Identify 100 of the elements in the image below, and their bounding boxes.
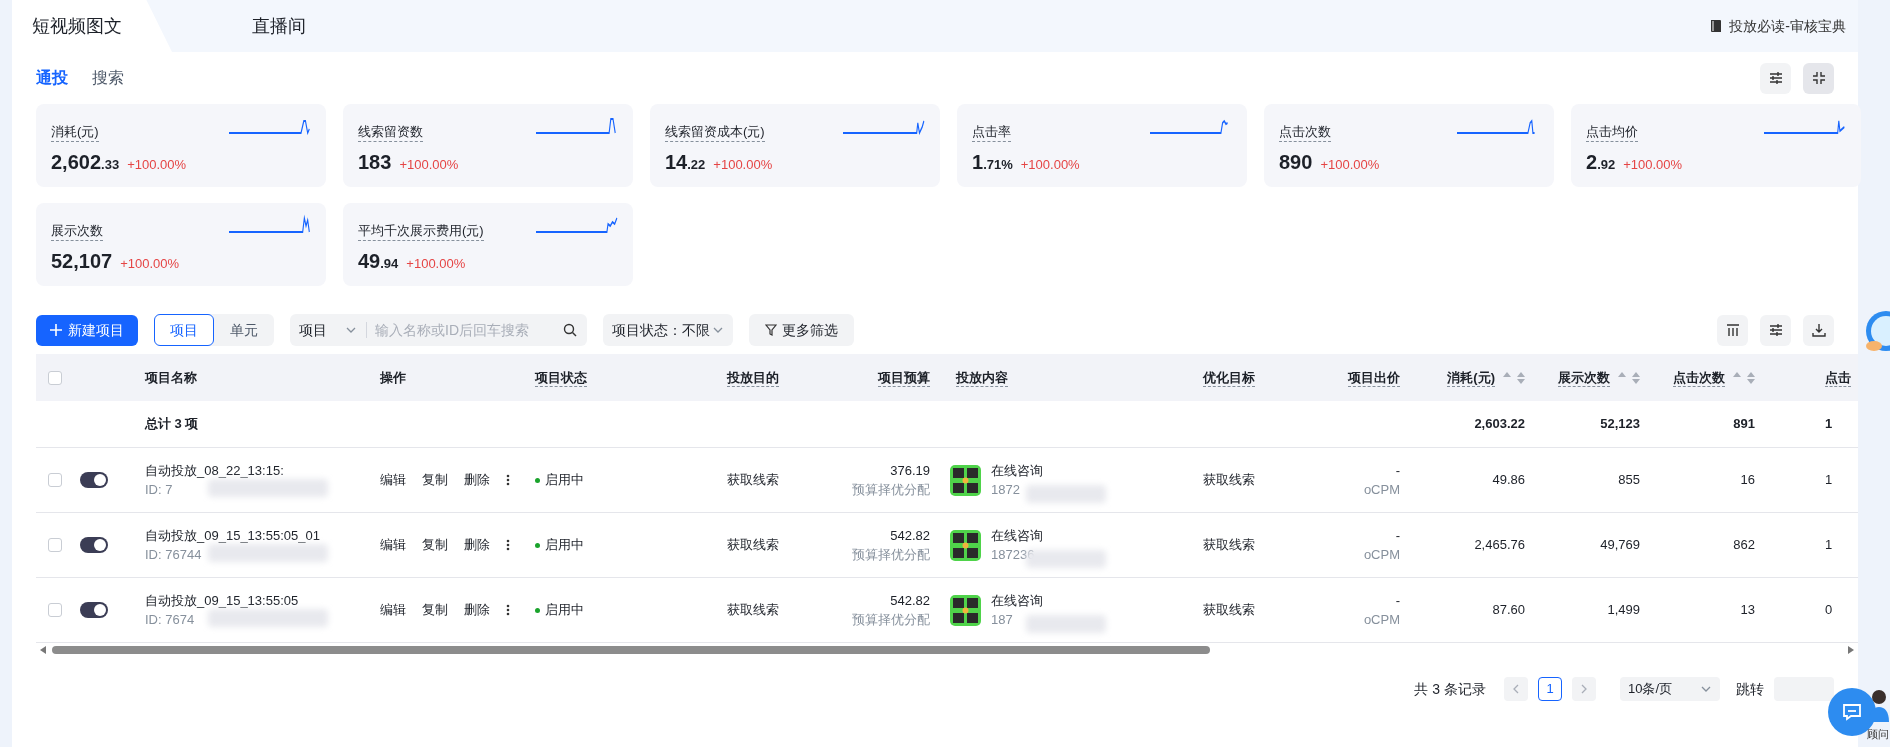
- checkbox[interactable]: [48, 370, 62, 385]
- column-header[interactable]: 点击次数: [1673, 368, 1741, 387]
- budget-mode: 预算择优分配: [851, 546, 930, 564]
- metric-card[interactable]: 点击率 1.71% +100.00%: [957, 104, 1247, 187]
- collapse-button[interactable]: [1803, 62, 1834, 94]
- table-cell-text: 855: [1617, 471, 1641, 490]
- more-filters-button[interactable]: 更多筛选: [749, 314, 854, 346]
- filter-icon: [765, 324, 777, 336]
- scroll-right-icon[interactable]: [1848, 646, 1854, 654]
- column-header: 操作: [380, 368, 406, 387]
- toggle-switch[interactable]: [80, 537, 108, 553]
- more-icon[interactable]: [506, 604, 510, 616]
- project-id: ID: 7: [145, 481, 173, 499]
- search-type-select[interactable]: 项目: [290, 322, 367, 338]
- action-link[interactable]: 复制: [422, 535, 448, 555]
- page-button[interactable]: 1: [1538, 677, 1562, 701]
- metric-label: 展示次数: [51, 222, 103, 241]
- metric-card[interactable]: 展示次数 52,107 +100.00%: [36, 203, 326, 286]
- toggle-switch[interactable]: [80, 602, 108, 618]
- metric-card[interactable]: 消耗(元) 2,602.33 +100.00%: [36, 104, 326, 187]
- metric-change: +100.00%: [1623, 156, 1683, 174]
- content-title: 在线咨询: [991, 461, 1043, 480]
- page-size-select[interactable]: 10条/页: [1620, 677, 1720, 701]
- metric-card[interactable]: 点击均价 2.92 +100.00%: [1571, 104, 1861, 187]
- column-header: 项目名称: [145, 368, 197, 387]
- status-filter[interactable]: 项目状态：不限: [603, 314, 733, 346]
- bid-value: -: [1394, 591, 1400, 610]
- plus-icon: [50, 324, 62, 336]
- download-button[interactable]: [1803, 314, 1834, 346]
- bid-type: oCPM: [1362, 481, 1400, 499]
- metric-value: 52,107: [51, 249, 113, 274]
- more-icon[interactable]: [506, 474, 510, 486]
- table-cell-text: 获取线索: [727, 601, 780, 620]
- metric-change: +100.00%: [1320, 156, 1380, 174]
- total-records: 共 3 条记录: [1414, 679, 1486, 699]
- metric-value: 2.92: [1586, 150, 1616, 175]
- metric-card[interactable]: 线索留资成本(元) 14.22 +100.00%: [650, 104, 940, 187]
- scroll-left-icon[interactable]: [40, 646, 46, 654]
- jump-field[interactable]: [1774, 677, 1834, 701]
- table-cell-text: 1: [1824, 471, 1834, 490]
- table-cell-text: 49.86: [1491, 471, 1526, 490]
- action-link[interactable]: 删除: [464, 470, 490, 490]
- action-link[interactable]: 编辑: [380, 600, 406, 620]
- new-project-button[interactable]: 新建项目: [36, 314, 138, 346]
- jump-label: 跳转: [1736, 679, 1764, 699]
- project-id: ID: 76744: [145, 546, 202, 564]
- metric-card[interactable]: 点击次数 890 +100.00%: [1264, 104, 1554, 187]
- checkbox[interactable]: [48, 473, 62, 487]
- search-field[interactable]: 项目 输入名称或ID后回车搜索: [290, 314, 587, 346]
- project-name: 自动投放_09_15_13:55:05_01: [145, 526, 320, 545]
- table-cell-text: 1: [1824, 415, 1834, 434]
- checkbox[interactable]: [48, 538, 62, 552]
- action-link[interactable]: 删除: [464, 535, 490, 555]
- column-header: 投放内容: [956, 368, 1008, 387]
- metric-label: 消耗(元): [51, 123, 99, 142]
- column-header[interactable]: 消耗(元): [1447, 368, 1511, 387]
- more-icon[interactable]: [506, 539, 510, 551]
- action-link[interactable]: 删除: [464, 600, 490, 620]
- metric-change: +100.00%: [399, 156, 459, 174]
- metric-change: +100.00%: [713, 156, 773, 174]
- top-tab[interactable]: 短视频图文: [12, 0, 172, 52]
- guide-link[interactable]: 投放必读-审核宝典: [1729, 15, 1846, 37]
- column-header: 点击: [1825, 368, 1851, 387]
- columns-icon: [1725, 323, 1740, 337]
- sub-tab[interactable]: 通投: [36, 66, 68, 90]
- action-link[interactable]: 复制: [422, 470, 448, 490]
- metric-card[interactable]: 平均千次展示费用(元) 49.94 +100.00%: [343, 203, 633, 286]
- settings-button[interactable]: [1760, 62, 1791, 94]
- sub-tab[interactable]: 搜索: [92, 66, 124, 90]
- budget-value: 376.19: [889, 461, 930, 480]
- scope-tab[interactable]: 单元: [214, 314, 274, 346]
- project-name: 自动投放_09_15_13:55:05: [145, 591, 299, 610]
- download-icon: [1811, 323, 1826, 337]
- checkbox[interactable]: [48, 603, 62, 617]
- book-icon: [1709, 19, 1724, 33]
- table-cell-text: 0: [1824, 601, 1834, 620]
- search-icon[interactable]: [563, 323, 577, 337]
- toggle-switch[interactable]: [80, 472, 108, 488]
- column-header[interactable]: 展示次数: [1558, 368, 1626, 387]
- action-link[interactable]: 编辑: [380, 470, 406, 490]
- metric-value: 14.22: [665, 150, 706, 175]
- action-link[interactable]: 编辑: [380, 535, 406, 555]
- metric-card[interactable]: 线索留资数 183 +100.00%: [343, 104, 633, 187]
- table-cell-text: 862: [1732, 536, 1756, 555]
- content-title: 在线咨询: [991, 526, 1043, 545]
- table-cell-text: 52,123: [1599, 415, 1641, 434]
- column-header: 投放目的: [727, 368, 779, 387]
- status-text: 启用中: [545, 601, 584, 620]
- metric-label: 点击次数: [1279, 123, 1331, 142]
- settings-button[interactable]: [1760, 314, 1791, 346]
- scope-tab[interactable]: 项目: [154, 314, 214, 346]
- columns-button[interactable]: [1717, 314, 1748, 346]
- bid-value: -: [1394, 461, 1400, 480]
- content-id: 1872: [991, 481, 1021, 499]
- action-link[interactable]: 复制: [422, 600, 448, 620]
- scrollbar-thumb[interactable]: [52, 646, 1210, 654]
- metric-label: 点击均价: [1586, 123, 1638, 142]
- metric-change: +100.00%: [120, 255, 180, 273]
- top-tab[interactable]: 直播间: [172, 0, 412, 52]
- column-header: 项目预算: [878, 368, 930, 387]
